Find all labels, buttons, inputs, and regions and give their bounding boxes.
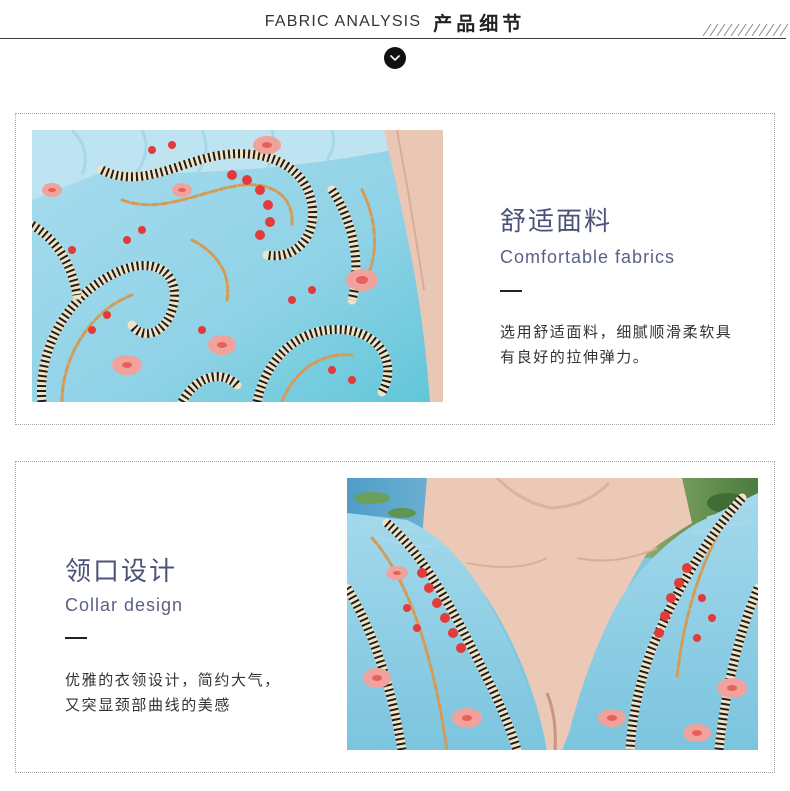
collar-photo-image [347,478,758,750]
header-title-cn: 产品细节 [433,12,526,35]
diagonal-hatch-decoration [703,24,788,36]
collar-photo [347,478,758,750]
fabric-title-cn: 舒适面料 [500,207,613,237]
header-divider [0,38,786,39]
fabric-description-line: 选用舒适面料，细腻顺滑柔软具 [500,323,733,341]
header-title-en: FABRIC ANALYSIS [264,13,422,30]
collar-title-cn: 领口设计 [65,557,178,587]
section-header: FABRIC ANALYSIS 产品细节 [0,9,790,35]
fabric-photo [32,130,443,402]
fabric-description-line: 有良好的拉伸弹力。 [500,348,650,366]
scroll-down-badge [384,47,406,69]
collar-title-en: Collar design [65,595,184,615]
collar-description-line: 优雅的衣领设计，简约大气， [65,671,281,689]
fabric-title-en: Comfortable fabrics [500,247,676,267]
collar-title-dash [65,637,87,639]
chevron-down-icon [389,54,401,62]
collar-description: 优雅的衣领设计，简约大气， 又突显颈部曲线的美感 [65,668,281,718]
collar-description-line: 又突显颈部曲线的美感 [65,696,232,714]
fabric-title-dash [500,290,522,292]
fabric-photo-image [32,130,443,402]
fabric-description: 选用舒适面料，细腻顺滑柔软具 有良好的拉伸弹力。 [500,320,732,370]
